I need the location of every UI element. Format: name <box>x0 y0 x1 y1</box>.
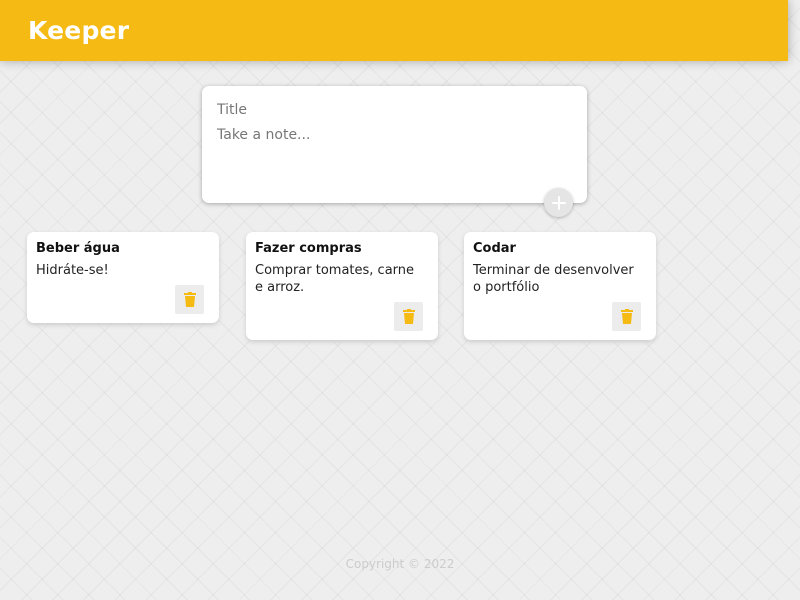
note-content-input[interactable] <box>217 127 572 187</box>
note-title: Beber água <box>36 241 120 256</box>
delete-note-button[interactable] <box>175 285 204 314</box>
create-note-form <box>202 86 587 203</box>
copyright-text: Copyright © 2022 <box>345 557 455 571</box>
note-content: Hidráte-se! <box>36 263 109 278</box>
note-card: Beber água Hidráte-se! <box>27 232 219 323</box>
note-card: Fazer compras Comprar tomates, carne e a… <box>246 232 438 340</box>
note-title: Codar <box>473 241 516 256</box>
note-content: Comprar tomates, carne e arroz. <box>255 263 415 295</box>
note-card: Codar Terminar de desenvolver o portfóli… <box>464 232 656 340</box>
delete-note-button[interactable] <box>612 302 641 331</box>
app-header: Keeper <box>0 0 788 61</box>
note-title-input[interactable] <box>217 100 572 120</box>
delete-note-button[interactable] <box>394 302 423 331</box>
note-content: Terminar de desenvolver o portfólio <box>473 263 634 295</box>
plus-icon <box>551 195 566 210</box>
trash-icon <box>402 309 415 324</box>
note-title: Fazer compras <box>255 241 362 256</box>
app-title: Keeper <box>28 16 130 45</box>
trash-icon <box>183 292 196 307</box>
trash-icon <box>620 309 633 324</box>
add-note-button[interactable] <box>544 188 573 217</box>
footer: Copyright © 2022 <box>0 557 800 571</box>
